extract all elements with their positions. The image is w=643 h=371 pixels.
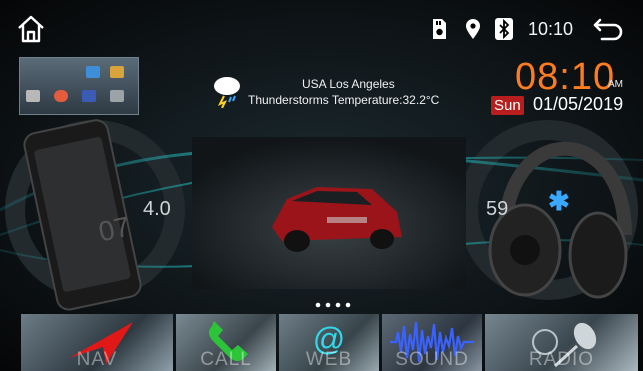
recent-apps-widget[interactable] <box>19 57 139 115</box>
clock-ampm: AM <box>608 79 623 90</box>
call-button[interactable]: CALL <box>176 314 276 371</box>
status-clock: 10:10 <box>528 19 574 39</box>
web-button[interactable]: @ WEB <box>279 314 379 371</box>
bluetooth-icon <box>495 18 513 40</box>
sd-card-icon <box>433 19 446 39</box>
app-icon[interactable] <box>86 66 100 78</box>
day-badge: Sun <box>491 96 524 115</box>
app-icon[interactable] <box>110 90 124 102</box>
app-icon[interactable] <box>82 90 96 102</box>
sound-label: SOUND <box>395 349 469 370</box>
bluetooth-headphones-icon: ✱ <box>548 186 570 216</box>
weather-condition: Thunderstorms Temperature:32.2°C <box>248 93 440 107</box>
radio-label: RADIO <box>528 349 595 370</box>
location-pin-icon <box>466 19 480 39</box>
back-button[interactable] <box>592 16 624 42</box>
car-image <box>192 137 466 289</box>
weather-widget: USA Los Angeles Thunderstorms Temperatur… <box>210 74 460 114</box>
svg-text:07: 07 <box>96 211 133 248</box>
web-label: WEB <box>305 349 353 370</box>
app-icon[interactable] <box>26 90 40 102</box>
main-clock: 08:10 <box>515 56 616 98</box>
sound-button[interactable]: SOUND <box>382 314 482 371</box>
bottom-dock: NAV CALL @ WEB SOUND RADIO <box>21 314 638 371</box>
carousel-page-indicator[interactable] <box>315 296 355 312</box>
date-display: 01/05/2019 <box>533 94 624 114</box>
left-gauge-value: 4.0 <box>143 198 171 220</box>
media-carousel[interactable] <box>192 137 466 289</box>
back-icon <box>593 18 623 41</box>
radio-button[interactable]: RADIO <box>485 314 638 371</box>
nav-button[interactable]: NAV <box>21 314 173 371</box>
status-bar: 10:10 <box>0 0 643 56</box>
weather-city: USA Los Angeles <box>302 77 395 91</box>
nav-label: NAV <box>76 349 118 370</box>
page-dots <box>315 302 351 308</box>
call-label: CALL <box>200 349 252 370</box>
home-button[interactable] <box>16 14 46 44</box>
app-icon[interactable] <box>110 66 124 78</box>
thunderstorm-icon <box>214 77 240 108</box>
app-icon[interactable] <box>54 90 68 102</box>
right-gauge-value: 59 <box>486 198 509 220</box>
home-icon <box>18 15 44 43</box>
